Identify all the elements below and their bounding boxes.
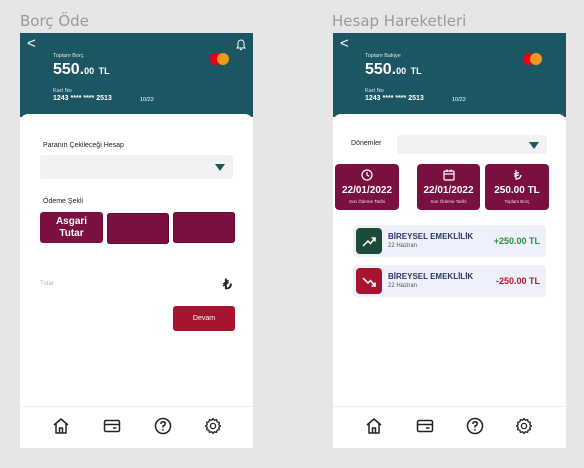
period-label: Dönemler: [351, 140, 382, 147]
transaction-date: 22 Haziran: [388, 243, 418, 249]
lira-icon: ₺: [223, 276, 232, 292]
frame-title-left: Borç Öde: [20, 12, 89, 30]
back-button[interactable]: <: [27, 36, 36, 51]
bell-icon[interactable]: [236, 39, 246, 51]
stat-label: Toplam Borç: [504, 199, 530, 204]
borc-ode-screen: < Toplam Borç 550.00 TL Kart No 1243 ***…: [20, 33, 253, 448]
card-number: 1243 **** **** 2513: [53, 95, 112, 102]
transaction-icon-box: [356, 228, 382, 254]
chevron-down-icon: [529, 141, 539, 149]
transaction-row[interactable]: BİREYSEL EMEKLİLİK 22 Haziran +250.00 TL: [353, 225, 546, 257]
card-expiry: 10/22: [452, 97, 466, 103]
period-select[interactable]: [397, 135, 547, 154]
trend-down-icon: [362, 277, 376, 287]
total-label: Toplam Borç: [53, 53, 84, 59]
transaction-icon-box: [356, 268, 382, 294]
card-expiry: 10/22: [140, 97, 154, 103]
hesap-hareketleri-screen: < Toplam Bakiye 550.00 TL Kart No 1243 *…: [333, 33, 566, 448]
amount-input[interactable]: Tutar: [40, 281, 54, 287]
trend-up-icon: [362, 237, 376, 247]
bottom-nav: [333, 406, 566, 448]
calendar-icon: [442, 169, 455, 181]
chevron-down-icon: [215, 164, 225, 171]
total-amount: 550.00 TL: [53, 61, 110, 78]
continue-button[interactable]: Devam: [173, 306, 235, 331]
account-label: Paranın Çekileceği Hesap: [43, 142, 124, 149]
transactions-panel: Dönemler 22/01/2022 Son Ödeme Tarihi 22/…: [333, 114, 566, 406]
frame-title-right: Hesap Hareketleri: [332, 12, 467, 30]
stat-value: 22/01/2022: [423, 185, 474, 196]
home-icon[interactable]: [365, 417, 383, 435]
help-icon[interactable]: [466, 417, 484, 435]
wallet-icon[interactable]: [103, 417, 121, 435]
card-header: < Toplam Bakiye 550.00 TL Kart No 1243 *…: [333, 33, 566, 117]
transaction-date: 22 Haziran: [388, 283, 418, 289]
option-3[interactable]: [173, 212, 235, 243]
account-select[interactable]: [40, 155, 233, 179]
balance-amount: 550.00 TL: [365, 61, 422, 78]
transaction-amount: +250.00 TL: [493, 236, 540, 246]
mastercard-logo: [210, 53, 229, 65]
stat-value: 250.00 TL: [494, 185, 540, 196]
lira-icon: [513, 170, 522, 180]
card-header: < Toplam Borç 550.00 TL Kart No 1243 ***…: [20, 33, 253, 117]
back-button[interactable]: <: [340, 36, 349, 51]
card-no-label: Kart No: [365, 88, 384, 94]
option-minimum-amount[interactable]: Asgari Tutar: [40, 212, 103, 243]
settings-icon[interactable]: [515, 417, 533, 435]
transaction-title: BİREYSEL EMEKLİLİK: [388, 232, 474, 241]
stat-card-due-date-2: 22/01/2022 Son Ödeme Tarihi: [417, 164, 480, 210]
payment-type-label: Ödeme Şekli: [43, 198, 84, 205]
stat-card-total-debt: 250.00 TL Toplam Borç: [485, 164, 549, 210]
stat-card-due-date: 22/01/2022 Son Ödeme Tarihi: [335, 164, 399, 210]
mastercard-logo: [523, 53, 542, 65]
card-number: 1243 **** **** 2513: [365, 95, 424, 102]
balance-label: Toplam Bakiye: [365, 53, 401, 59]
stat-label: Son Ödeme Tarihi: [349, 199, 385, 204]
stat-value: 22/01/2022: [341, 185, 393, 196]
wallet-icon[interactable]: [416, 417, 434, 435]
settings-icon[interactable]: [204, 417, 222, 435]
stat-label: Son Ödeme Tarihi: [430, 199, 467, 204]
clock-icon: [361, 169, 373, 181]
help-icon[interactable]: [154, 417, 172, 435]
bottom-nav: [20, 406, 253, 448]
home-icon[interactable]: [52, 417, 70, 435]
transaction-row[interactable]: BİREYSEL EMEKLİLİK 22 Haziran -250.00 TL: [353, 265, 546, 297]
option-2[interactable]: [107, 213, 169, 244]
transaction-title: BİREYSEL EMEKLİLİK: [388, 272, 474, 281]
payment-form: Paranın Çekileceği Hesap Ödeme Şekli Asg…: [20, 114, 253, 406]
card-no-label: Kart No: [53, 88, 72, 94]
transaction-amount: -250.00 TL: [495, 276, 540, 286]
